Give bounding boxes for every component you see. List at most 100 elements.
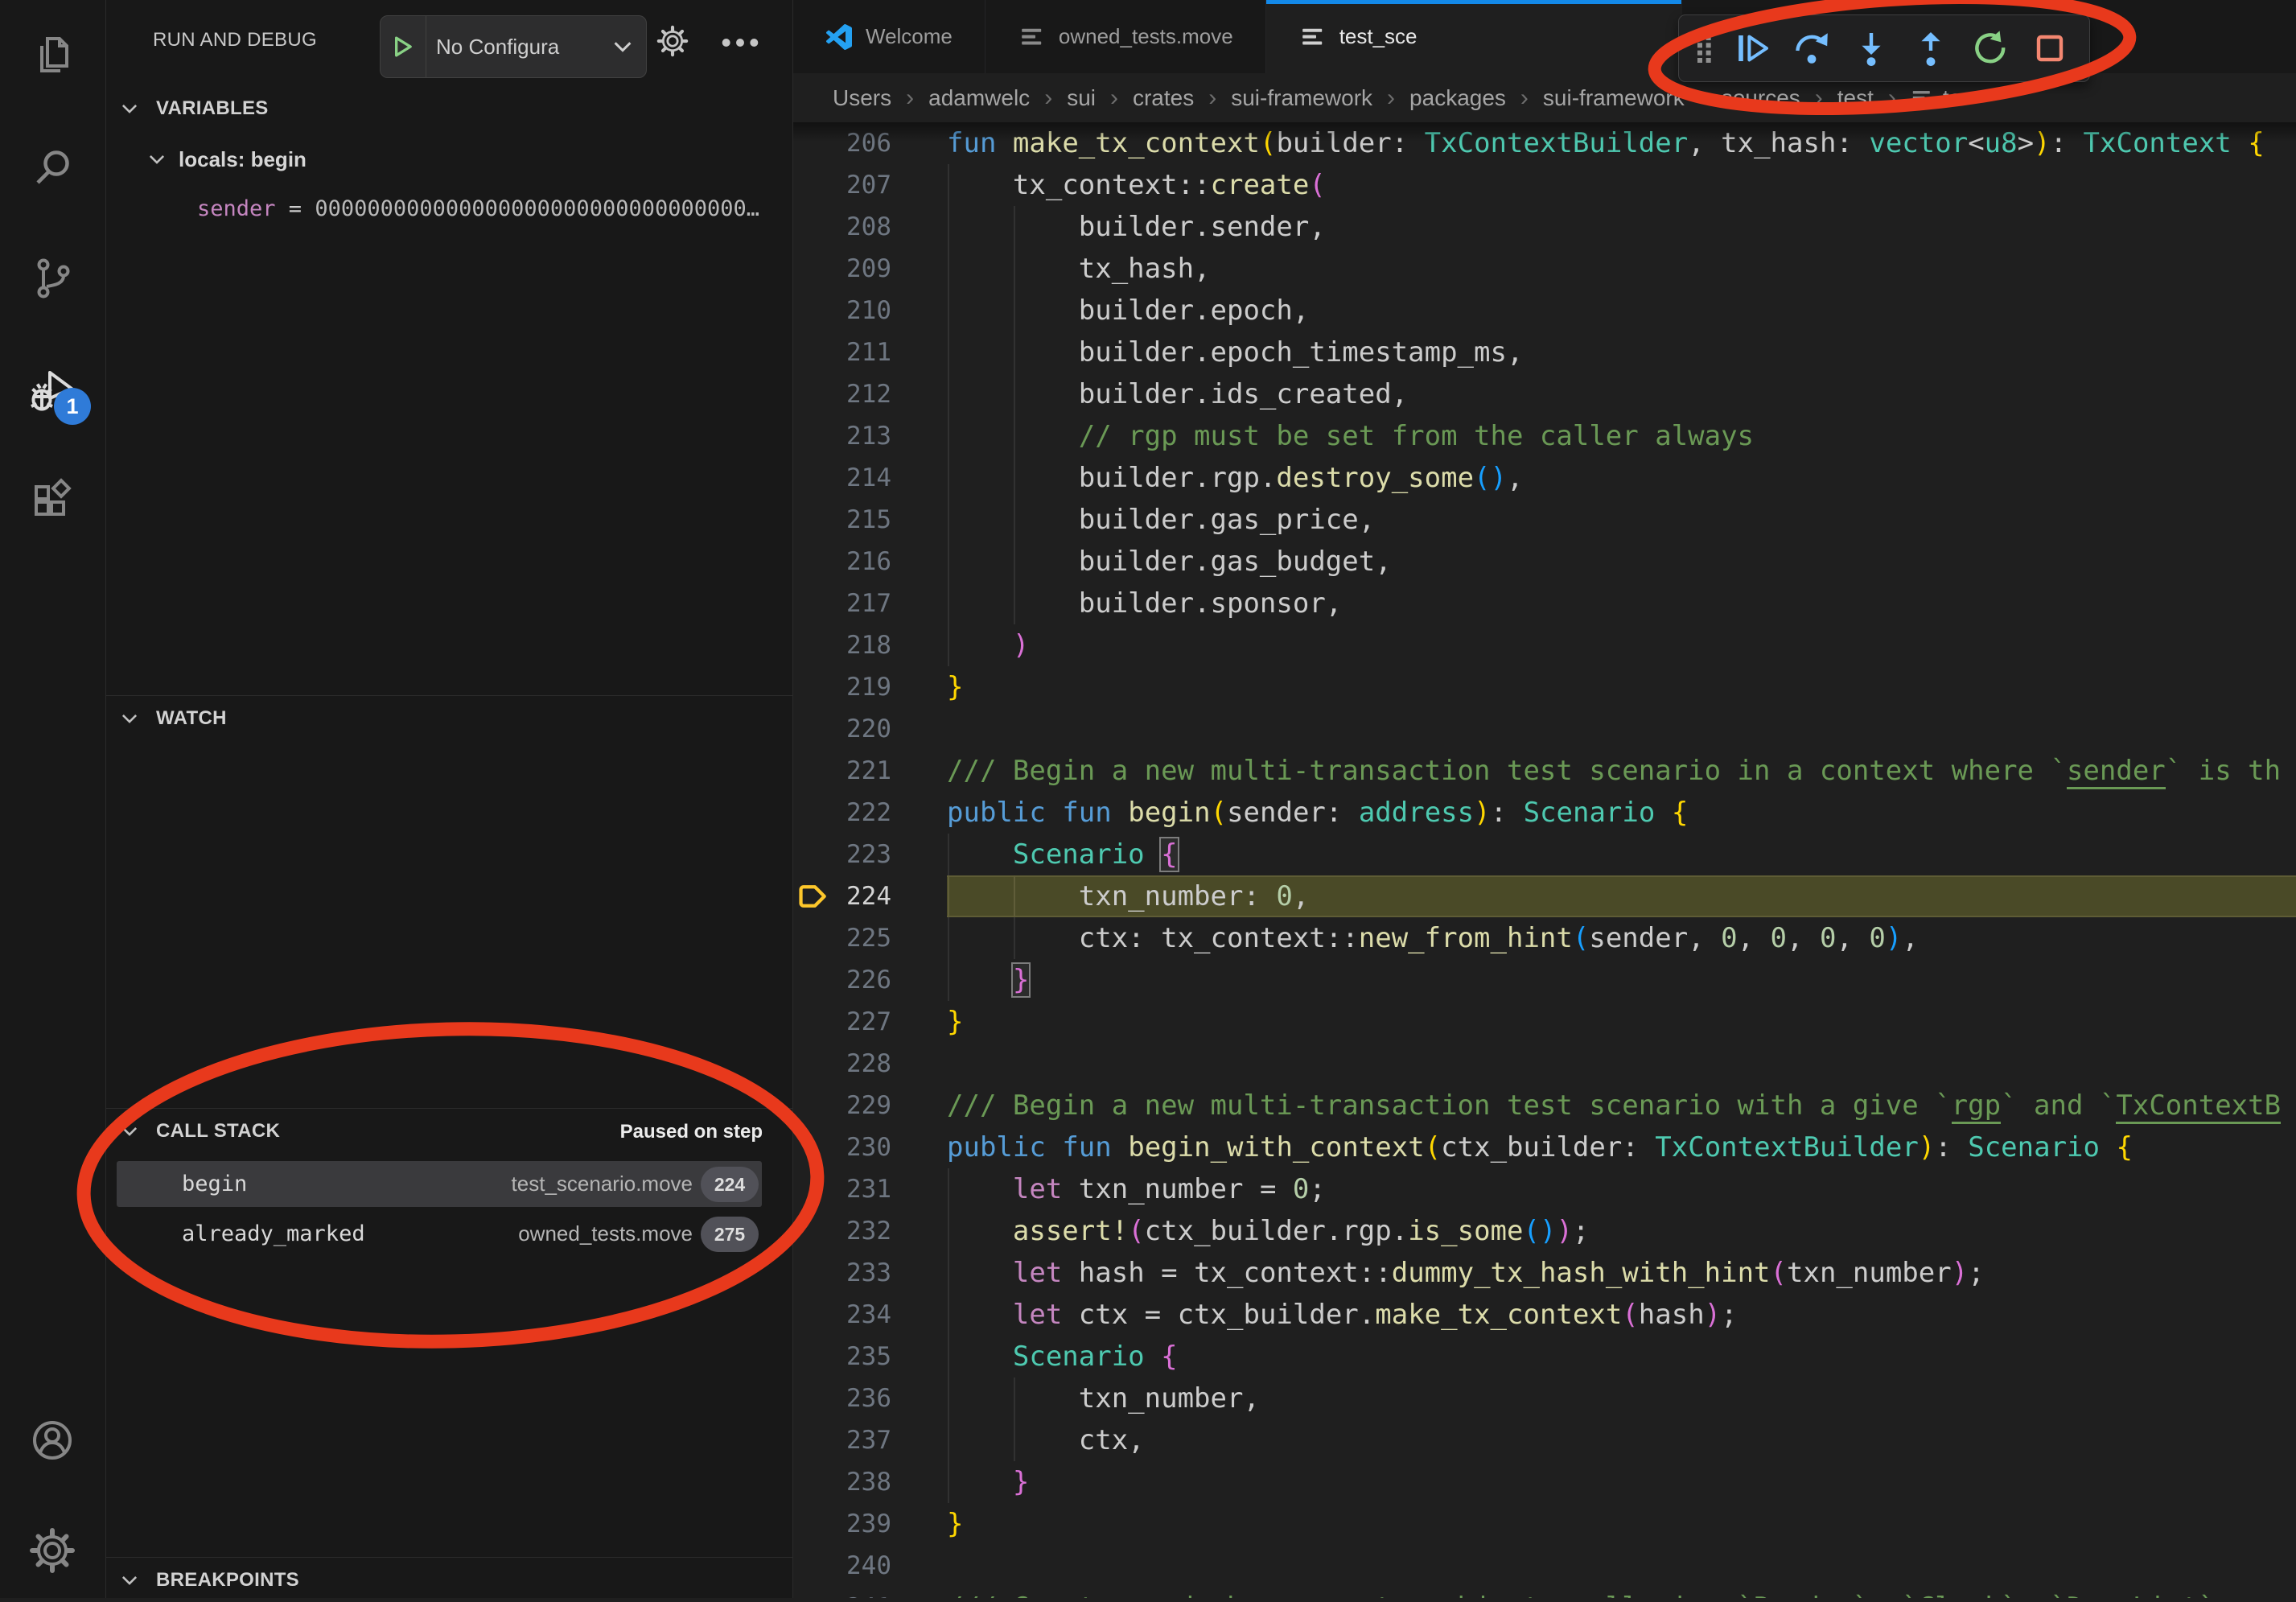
breadcrumb-item[interactable]: crates (1133, 85, 1194, 111)
code-line-222[interactable]: 222public fun begin(sender: address): Sc… (792, 792, 2296, 834)
code-line-208[interactable]: 208 builder.sender, (792, 206, 2296, 248)
gutter-glyph-margin[interactable] (792, 332, 837, 373)
code-line-228[interactable]: 228 (792, 1043, 2296, 1085)
gutter-glyph-margin[interactable] (792, 1001, 837, 1043)
breadcrumb-item[interactable]: sui-framework (1543, 85, 1685, 111)
code-line-text[interactable]: } (947, 666, 2296, 708)
gutter-glyph-margin[interactable] (792, 1336, 837, 1378)
tab-test_sce[interactable]: test_sce (1266, 0, 1682, 73)
line-number[interactable]: 232 (837, 1210, 891, 1252)
code-line-219[interactable]: 219} (792, 666, 2296, 708)
code-line-text[interactable]: tx_context::create( (947, 164, 2296, 206)
code-line-text[interactable]: ) (947, 624, 2296, 666)
gutter-glyph-margin[interactable] (792, 750, 837, 792)
code-line-231[interactable]: 231 let txn_number = 0; (792, 1168, 2296, 1210)
line-number[interactable]: 239 (837, 1503, 891, 1545)
more-actions-icon[interactable] (719, 35, 761, 50)
account-icon[interactable] (27, 1415, 78, 1466)
gutter-glyph-margin[interactable] (792, 1545, 837, 1587)
code-line-211[interactable]: 211 builder.epoch_timestamp_ms, (792, 332, 2296, 373)
line-number[interactable]: 220 (837, 708, 891, 750)
code-line-text[interactable] (947, 1043, 2296, 1085)
code-line-text[interactable]: builder.gas_budget, (947, 541, 2296, 583)
code-line-text[interactable]: ctx, (947, 1419, 2296, 1461)
step-out-button[interactable] (1901, 23, 1961, 74)
run-debug-icon[interactable]: 1 (27, 365, 78, 417)
breakpoints-section-header[interactable]: BREAKPOINTS (105, 1559, 792, 1602)
code-line-text[interactable]: } (947, 1001, 2296, 1043)
code-line-225[interactable]: 225 ctx: tx_context::new_from_hint(sende… (792, 917, 2296, 959)
gutter-glyph-margin[interactable] (792, 373, 837, 415)
code-line-text[interactable]: builder.rgp.destroy_some(), (947, 457, 2296, 499)
code-line-213[interactable]: 213 // rgp must be set from the caller a… (792, 415, 2296, 457)
code-line-text[interactable]: Scenario { (947, 1336, 2296, 1378)
line-number[interactable]: 234 (837, 1294, 891, 1336)
line-number[interactable]: 217 (837, 583, 891, 624)
code-line-text[interactable]: /// Begin a new multi-transaction test s… (947, 1085, 2296, 1126)
code-editor[interactable]: 206fun make_tx_context(builder: TxContex… (792, 122, 2296, 1598)
launch-configuration-dropdown[interactable]: No Configura (380, 15, 647, 78)
breadcrumb-item[interactable]: adamwelc (928, 85, 1030, 111)
gutter-glyph-margin[interactable] (792, 959, 837, 1001)
line-number[interactable]: 230 (837, 1126, 891, 1168)
line-number[interactable]: 224 (837, 875, 891, 917)
code-line-text[interactable]: builder.epoch, (947, 290, 2296, 332)
gutter-glyph-margin[interactable] (792, 206, 837, 248)
debug-settings-gear-icon[interactable] (655, 23, 690, 59)
search-icon[interactable] (27, 142, 78, 193)
code-line-text[interactable]: builder.sender, (947, 206, 2296, 248)
gutter-glyph-margin[interactable] (792, 917, 837, 959)
code-line-text[interactable]: let ctx = ctx_builder.make_tx_context(ha… (947, 1294, 2296, 1336)
gutter-glyph-margin[interactable] (792, 248, 837, 290)
line-number[interactable]: 229 (837, 1085, 891, 1126)
code-line-215[interactable]: 215 builder.gas_price, (792, 499, 2296, 541)
step-over-button[interactable] (1782, 23, 1841, 74)
code-line-237[interactable]: 237 ctx, (792, 1419, 2296, 1461)
gutter-glyph-margin[interactable] (792, 290, 837, 332)
code-line-224[interactable]: 224 txn_number: 0, (792, 875, 2296, 917)
settings-gear-icon[interactable] (27, 1525, 78, 1576)
line-number[interactable]: 225 (837, 917, 891, 959)
gutter-glyph-margin[interactable] (792, 1168, 837, 1210)
code-line-209[interactable]: 209 tx_hash, (792, 248, 2296, 290)
code-line-text[interactable]: } (947, 1461, 2296, 1503)
code-line-217[interactable]: 217 builder.sponsor, (792, 583, 2296, 624)
code-line-233[interactable]: 233 let hash = tx_context::dummy_tx_hash… (792, 1252, 2296, 1294)
call-stack-section-header[interactable]: CALL STACK Paused on step (105, 1110, 792, 1155)
line-number[interactable]: 208 (837, 206, 891, 248)
line-number[interactable]: 241 (837, 1587, 891, 1598)
line-number[interactable]: 211 (837, 332, 891, 373)
line-number[interactable]: 233 (837, 1252, 891, 1294)
code-line-text[interactable]: assert!(ctx_builder.rgp.is_some()); (947, 1210, 2296, 1252)
tab-Welcome[interactable]: Welcome (792, 0, 985, 73)
code-line-212[interactable]: 212 builder.ids_created, (792, 373, 2296, 415)
toolbar-drag-handle[interactable] (1685, 24, 1722, 72)
watch-section-header[interactable]: WATCH (105, 697, 792, 740)
restart-button[interactable] (1961, 23, 2020, 74)
line-number[interactable]: 223 (837, 834, 891, 875)
line-number[interactable]: 214 (837, 457, 891, 499)
gutter-glyph-margin[interactable] (792, 1503, 837, 1545)
gutter-glyph-margin[interactable] (792, 1419, 837, 1461)
line-number[interactable]: 219 (837, 666, 891, 708)
line-number[interactable]: 216 (837, 541, 891, 583)
line-number[interactable]: 207 (837, 164, 891, 206)
gutter-glyph-margin[interactable] (792, 792, 837, 834)
gutter-glyph-margin[interactable] (792, 1294, 837, 1336)
gutter-glyph-margin[interactable] (792, 708, 837, 750)
code-line-text[interactable]: builder.ids_created, (947, 373, 2296, 415)
line-number[interactable]: 240 (837, 1545, 891, 1587)
code-line-text[interactable]: txn_number, (947, 1378, 2296, 1419)
breadcrumb-item[interactable]: sui-framework (1231, 85, 1372, 111)
explorer-icon[interactable] (27, 30, 78, 81)
line-number[interactable]: 218 (837, 624, 891, 666)
code-line-text[interactable]: ctx: tx_context::new_from_hint(sender, 0… (947, 917, 2296, 959)
gutter-glyph-margin[interactable] (792, 1378, 837, 1419)
breadcrumb-file[interactable]: te (1943, 85, 1961, 111)
start-debugging-button[interactable] (381, 16, 426, 77)
variables-scope-row[interactable]: locals: begin (105, 138, 792, 180)
breadcrumb-item[interactable]: packages (1409, 85, 1506, 111)
line-number[interactable]: 231 (837, 1168, 891, 1210)
code-line-207[interactable]: 207 tx_context::create( (792, 164, 2296, 206)
gutter-glyph-margin[interactable] (792, 1126, 837, 1168)
